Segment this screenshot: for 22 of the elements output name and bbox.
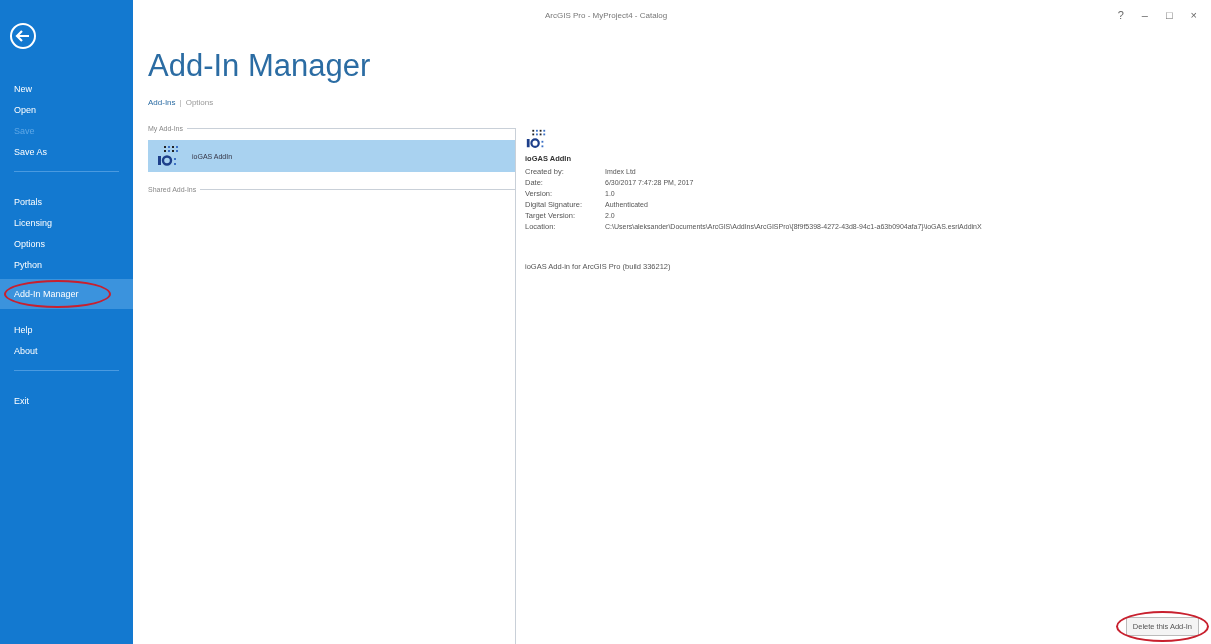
window-title: ArcGIS Pro - MyProject4 - Catalog xyxy=(545,10,668,20)
tab[interactable]: Add-Ins xyxy=(148,98,176,107)
menu-item[interactable]: Save As xyxy=(0,141,133,162)
window-control[interactable]: ? xyxy=(1115,9,1126,21)
addin-logo-icon xyxy=(156,144,180,168)
menu-item[interactable]: Options xyxy=(0,233,133,254)
menu-item[interactable]: Exit xyxy=(0,390,133,411)
tab[interactable]: Options xyxy=(185,98,214,107)
menu-item[interactable]: Add-In Manager xyxy=(0,279,133,309)
menu-item[interactable]: About xyxy=(0,340,133,361)
menu-item[interactable]: Open xyxy=(0,99,133,120)
menu-item[interactable]: Python xyxy=(0,254,133,275)
window-control[interactable]: □ xyxy=(1163,9,1175,21)
page-title: Add-In Manager xyxy=(148,48,372,84)
menu-item[interactable]: Portals xyxy=(0,191,133,212)
tab-separator: | xyxy=(179,98,182,107)
window-control[interactable]: – xyxy=(1139,9,1150,21)
window-control[interactable]: × xyxy=(1188,9,1199,21)
menu-item[interactable]: Licensing xyxy=(0,212,133,233)
menu-item[interactable]: New xyxy=(0,78,133,99)
addin-logo-icon xyxy=(525,128,547,150)
menu-item[interactable]: Help xyxy=(0,319,133,340)
